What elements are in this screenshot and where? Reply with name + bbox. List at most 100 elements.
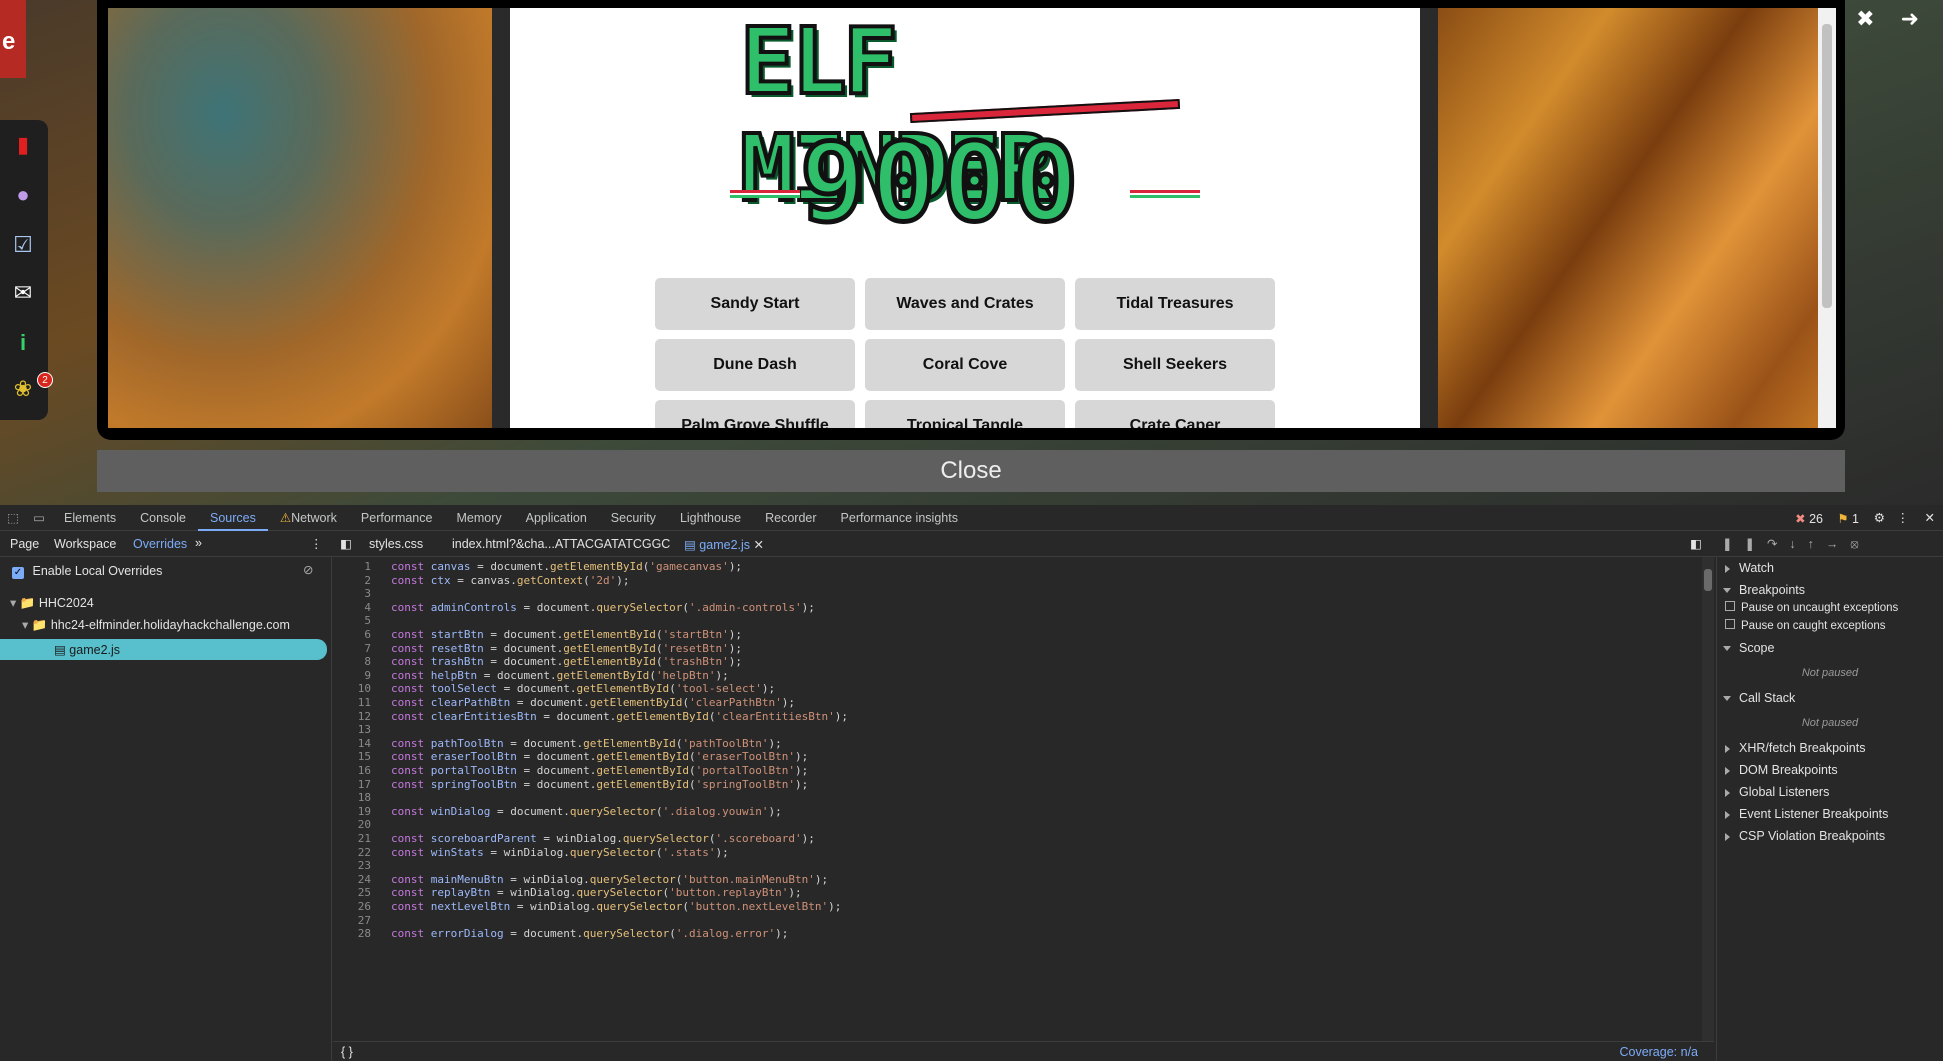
achievements-icon[interactable]: ❀ 2 <box>10 372 53 402</box>
editor-scrollbar-thumb[interactable] <box>1704 569 1712 591</box>
section-xhr-breakpoints[interactable]: XHR/fetch Breakpoints <box>1717 737 1943 759</box>
level-button[interactable]: Coral Cove <box>865 339 1065 391</box>
scrollbar-thumb[interactable] <box>1822 24 1832 308</box>
pause-caught-row[interactable]: Pause on caught exceptions <box>1717 619 1943 637</box>
line-number[interactable]: 24 <box>333 873 371 886</box>
enable-overrides-checkbox[interactable]: ✓ <box>12 567 24 579</box>
tree-item-domain[interactable]: ▾ 📁 hhc24-elfminder.holidayhackchallenge… <box>22 617 290 633</box>
line-number[interactable]: 20 <box>333 818 371 831</box>
file-tab-styles[interactable]: styles.css <box>369 537 423 551</box>
more-tabs-icon[interactable]: » <box>195 536 202 550</box>
line-number[interactable]: 15 <box>333 750 371 763</box>
line-number[interactable]: 10 <box>333 682 371 695</box>
line-number[interactable]: 19 <box>333 805 371 818</box>
error-counter[interactable]: ✖ 26 <box>1795 511 1823 526</box>
line-number[interactable]: 9 <box>333 669 371 682</box>
tab-lighthouse[interactable]: Lighthouse <box>668 505 753 531</box>
mute-icon[interactable]: ✖ <box>1856 6 1874 32</box>
map-pin-icon[interactable]: ● <box>10 182 36 208</box>
file-tab-game2[interactable]: ▤ game2.js ✕ <box>684 537 764 552</box>
section-call-stack[interactable]: Call Stack <box>1717 687 1943 709</box>
line-number[interactable]: 5 <box>333 614 371 627</box>
line-number[interactable]: 14 <box>333 737 371 750</box>
level-button[interactable]: Sandy Start <box>655 278 855 330</box>
level-button[interactable]: Tropical Tangle <box>865 400 1065 428</box>
tab-recorder[interactable]: Recorder <box>753 505 828 531</box>
tree-item-file[interactable]: ▤ game2.js <box>0 639 327 660</box>
line-number[interactable]: 16 <box>333 764 371 777</box>
tab-performance[interactable]: Performance <box>349 505 445 531</box>
line-number[interactable]: 27 <box>333 914 371 927</box>
tab-network[interactable]: ⚠Network <box>268 505 349 531</box>
section-event-listener-breakpoints[interactable]: Event Listener Breakpoints <box>1717 803 1943 825</box>
tab-sources[interactable]: Sources <box>197 505 268 531</box>
editor-scrollbar[interactable] <box>1702 557 1714 1041</box>
tab-security[interactable]: Security <box>599 505 668 531</box>
device-toolbar-icon[interactable]: ▭ <box>26 510 52 525</box>
clear-overrides-icon[interactable]: ⊘ <box>303 562 313 577</box>
nav-tab-page[interactable]: Page <box>10 537 39 551</box>
tab-performance-insights[interactable]: Performance insights <box>829 505 970 531</box>
line-number[interactable]: 3 <box>333 587 371 600</box>
line-number[interactable]: 21 <box>333 832 371 845</box>
line-number[interactable]: 18 <box>333 791 371 804</box>
line-number[interactable]: 28 <box>333 927 371 940</box>
level-button[interactable]: Shell Seekers <box>1075 339 1275 391</box>
tab-elements[interactable]: Elements <box>52 505 128 531</box>
pause-uncaught-row[interactable]: Pause on uncaught exceptions <box>1717 601 1943 619</box>
iframe-scrollbar[interactable] <box>1818 8 1836 428</box>
section-watch[interactable]: Watch <box>1717 557 1943 579</box>
toggle-navigator-icon[interactable]: ◧ <box>340 536 352 551</box>
level-button[interactable]: Tidal Treasures <box>1075 278 1275 330</box>
pause-caught-checkbox[interactable] <box>1725 619 1735 629</box>
tab-memory[interactable]: Memory <box>444 505 513 531</box>
line-number[interactable]: 8 <box>333 655 371 668</box>
nav-tab-workspace[interactable]: Workspace <box>54 537 116 551</box>
line-number[interactable]: 7 <box>333 642 371 655</box>
line-number[interactable]: 23 <box>333 859 371 872</box>
code-editor[interactable]: 1 const canvas = document.getElementById(… <box>333 557 1714 1041</box>
file-tab-index[interactable]: index.html?&cha...ATTACGATATCGGC <box>452 537 670 551</box>
pretty-print-icon[interactable]: { } <box>341 1045 353 1059</box>
settings-icon[interactable]: ⚙ <box>1874 510 1885 525</box>
enable-overrides-row[interactable]: ✓ Enable Local Overrides <box>12 564 162 579</box>
section-global-listeners[interactable]: Global Listeners <box>1717 781 1943 803</box>
level-button[interactable]: Waves and Crates <box>865 278 1065 330</box>
line-number[interactable]: 12 <box>333 710 371 723</box>
level-button[interactable]: Palm Grove Shuffle <box>655 400 855 428</box>
line-number[interactable]: 6 <box>333 628 371 641</box>
checklist-icon[interactable]: ☑ <box>10 232 36 258</box>
book-icon[interactable]: ▮ <box>10 132 36 158</box>
nav-menu-icon[interactable]: ⋮ <box>310 536 323 551</box>
logout-icon[interactable]: ➜ <box>1901 6 1919 32</box>
tree-item-root[interactable]: ▾ 📁 HHC2024 <box>10 595 94 611</box>
section-csp-breakpoints[interactable]: CSP Violation Breakpoints <box>1717 825 1943 847</box>
warning-counter[interactable]: ⚑ 1 <box>1837 511 1859 526</box>
line-number[interactable]: 26 <box>333 900 371 913</box>
nav-tab-overrides[interactable]: Overrides <box>133 537 187 551</box>
line-number[interactable]: 25 <box>333 886 371 899</box>
line-number[interactable]: 1 <box>333 560 371 573</box>
line-number[interactable]: 11 <box>333 696 371 709</box>
debugger-controls[interactable]: ❚❚↷↓↑→⦻ <box>1722 536 1871 552</box>
line-number[interactable]: 2 <box>333 574 371 587</box>
pause-uncaught-checkbox[interactable] <box>1725 601 1735 611</box>
line-number[interactable]: 17 <box>333 778 371 791</box>
close-button[interactable]: Close <box>97 450 1845 492</box>
line-number[interactable]: 13 <box>333 723 371 736</box>
more-options-icon[interactable]: ⋮ <box>1897 510 1910 525</box>
tab-application[interactable]: Application <box>514 505 599 531</box>
chat-icon[interactable]: ✉ <box>10 280 36 306</box>
info-icon[interactable]: i <box>10 330 36 356</box>
section-dom-breakpoints[interactable]: DOM Breakpoints <box>1717 759 1943 781</box>
close-tab-icon[interactable]: ✕ <box>754 538 764 552</box>
line-number[interactable]: 4 <box>333 601 371 614</box>
close-devtools-icon[interactable]: ✕ <box>1925 510 1935 525</box>
tab-console[interactable]: Console <box>128 505 198 531</box>
level-button[interactable]: Crate Caper <box>1075 400 1275 428</box>
inspect-icon[interactable]: ⬚ <box>0 510 26 525</box>
level-button[interactable]: Dune Dash <box>655 339 855 391</box>
section-scope[interactable]: Scope <box>1717 637 1943 659</box>
line-number[interactable]: 22 <box>333 846 371 859</box>
toggle-debugger-icon[interactable]: ◧ <box>1690 536 1702 551</box>
